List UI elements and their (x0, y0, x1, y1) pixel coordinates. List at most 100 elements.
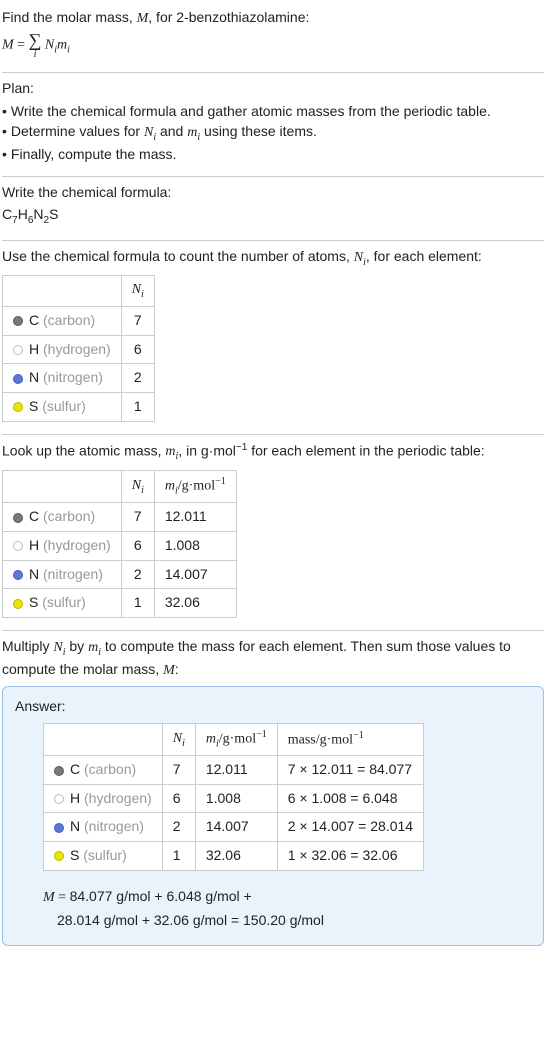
element-color-icon (54, 851, 64, 861)
step-heading: Look up the atomic mass, mi, in g·mol−1 … (2, 441, 544, 464)
mass-value: 2 × 14.007 = 28.014 (277, 813, 423, 842)
atomic-mass-section: Look up the atomic mass, mi, in g·mol−1 … (2, 437, 544, 628)
mass-value: 7 × 12.011 = 84.077 (277, 756, 423, 785)
ni-value: 1 (121, 589, 154, 618)
element-symbol: S (29, 398, 38, 414)
ni-value: 2 (121, 560, 154, 589)
element-color-icon (54, 823, 64, 833)
ni-value: 7 (121, 503, 154, 532)
plan-section: Plan: • Write the chemical formula and g… (2, 75, 544, 175)
write-formula-section: Write the chemical formula: C7H6N2S (2, 179, 544, 237)
mi-value: 32.06 (195, 842, 277, 871)
answer-box: Answer: Ni mi/g·mol−1 mass/g·mol−1 C (ca… (2, 686, 544, 946)
table-row: N (nitrogen) 2 (3, 364, 155, 393)
element-color-icon (13, 374, 23, 384)
intro-m: M (137, 11, 149, 26)
intro-text: Find the molar mass, M, for 2-benzothiaz… (2, 8, 544, 29)
element-color-icon (13, 316, 23, 326)
atomic-mass-table: Ni mi/g·mol−1 C (carbon) 7 12.011 H (hyd… (2, 470, 237, 618)
table-row: C (carbon) 7 (3, 307, 155, 336)
chemical-formula: C7H6N2S (2, 205, 544, 228)
col-mi: mi/g·mol−1 (195, 723, 277, 755)
element-symbol: N (29, 369, 39, 385)
col-mi: mi/g·mol−1 (154, 470, 236, 502)
answer-content: Ni mi/g·mol−1 mass/g·mol−1 C (carbon) 7 … (15, 723, 531, 934)
table-row: N (nitrogen) 2 14.007 2 × 14.007 = 28.01… (44, 813, 424, 842)
element-color-icon (13, 513, 23, 523)
step-heading: Multiply Ni by mi to compute the mass fo… (2, 637, 544, 680)
element-color-icon (13, 570, 23, 580)
plan-item: • Determine values for Ni and mi using t… (2, 122, 544, 145)
mi-value: 1.008 (154, 532, 236, 561)
table-header-row: Ni mi/g·mol−1 (3, 470, 237, 502)
divider (2, 176, 544, 177)
col-ni: Ni (121, 276, 154, 307)
element-name: (hydrogen) (43, 341, 111, 357)
bullet-icon: • (2, 102, 7, 122)
col-ni: Ni (162, 723, 195, 755)
element-symbol: H (29, 341, 39, 357)
element-color-icon (54, 766, 64, 776)
table-row: H (hydrogen) 6 1.008 6 × 1.008 = 6.048 (44, 784, 424, 813)
ni-value: 6 (162, 784, 195, 813)
ni-value: 7 (121, 307, 154, 336)
multiply-section: Multiply Ni by mi to compute the mass fo… (2, 633, 544, 949)
mi-value: 14.007 (154, 560, 236, 589)
table-header-row: Ni mi/g·mol−1 mass/g·mol−1 (44, 723, 424, 755)
ni-value: 1 (162, 842, 195, 871)
element-symbol: C (29, 312, 39, 328)
table-row: C (carbon) 7 12.011 7 × 12.011 = 84.077 (44, 756, 424, 785)
molar-mass-formula: M = ∑ i Nimi (2, 31, 544, 60)
plan-item: • Finally, compute the mass. (2, 145, 544, 165)
step-heading: Write the chemical formula: (2, 183, 544, 203)
table-row: C (carbon) 7 12.011 (3, 503, 237, 532)
intro-suffix: , for 2-benzothiazolamine: (148, 9, 309, 25)
bullet-icon: • (2, 145, 7, 165)
ni-value: 2 (121, 364, 154, 393)
mi-value: 12.011 (195, 756, 277, 785)
element-name: (sulfur) (42, 398, 86, 414)
final-calculation: M = 84.077 g/mol + 6.048 g/mol + 28.014 … (43, 885, 531, 934)
table-row: S (sulfur) 1 (3, 392, 155, 421)
mi-value: 1.008 (195, 784, 277, 813)
table-row: H (hydrogen) 6 (3, 335, 155, 364)
element-color-icon (54, 794, 64, 804)
plan-item: • Write the chemical formula and gather … (2, 102, 544, 122)
table-row: H (hydrogen) 6 1.008 (3, 532, 237, 561)
count-atoms-section: Use the chemical formula to count the nu… (2, 243, 544, 432)
table-header-row: Ni (3, 276, 155, 307)
plan-items: • Write the chemical formula and gather … (2, 102, 544, 164)
mi-value: 32.06 (154, 589, 236, 618)
element-name: (nitrogen) (43, 369, 103, 385)
mass-value: 6 × 1.008 = 6.048 (277, 784, 423, 813)
plan-item-text: Determine values for Ni and mi using the… (11, 122, 317, 145)
col-ni: Ni (121, 470, 154, 502)
mi-value: 12.011 (154, 503, 236, 532)
element-color-icon (13, 345, 23, 355)
element-color-icon (13, 402, 23, 412)
ni-value: 2 (162, 813, 195, 842)
plan-item-text: Write the chemical formula and gather at… (11, 102, 491, 122)
mass-value: 1 × 32.06 = 32.06 (277, 842, 423, 871)
divider (2, 630, 544, 631)
step-heading: Use the chemical formula to count the nu… (2, 247, 544, 270)
col-mass: mass/g·mol−1 (277, 723, 423, 755)
ni-value: 7 (162, 756, 195, 785)
element-color-icon (13, 541, 23, 551)
table-row: S (sulfur) 1 32.06 1 × 32.06 = 32.06 (44, 842, 424, 871)
bullet-icon: • (2, 122, 7, 145)
ni-value: 1 (121, 392, 154, 421)
element-color-icon (13, 599, 23, 609)
divider (2, 72, 544, 73)
table-row: S (sulfur) 1 32.06 (3, 589, 237, 618)
answer-table: Ni mi/g·mol−1 mass/g·mol−1 C (carbon) 7 … (43, 723, 424, 871)
atom-count-table: Ni C (carbon) 7 H (hydrogen) 6 N (nitrog… (2, 275, 155, 421)
plan-item-text: Finally, compute the mass. (11, 145, 176, 165)
ni-value: 6 (121, 532, 154, 561)
divider (2, 434, 544, 435)
intro-section: Find the molar mass, M, for 2-benzothiaz… (2, 4, 544, 70)
intro-prefix: Find the molar mass, (2, 9, 137, 25)
element-name: (carbon) (43, 312, 95, 328)
ni-value: 6 (121, 335, 154, 364)
plan-heading: Plan: (2, 79, 544, 99)
